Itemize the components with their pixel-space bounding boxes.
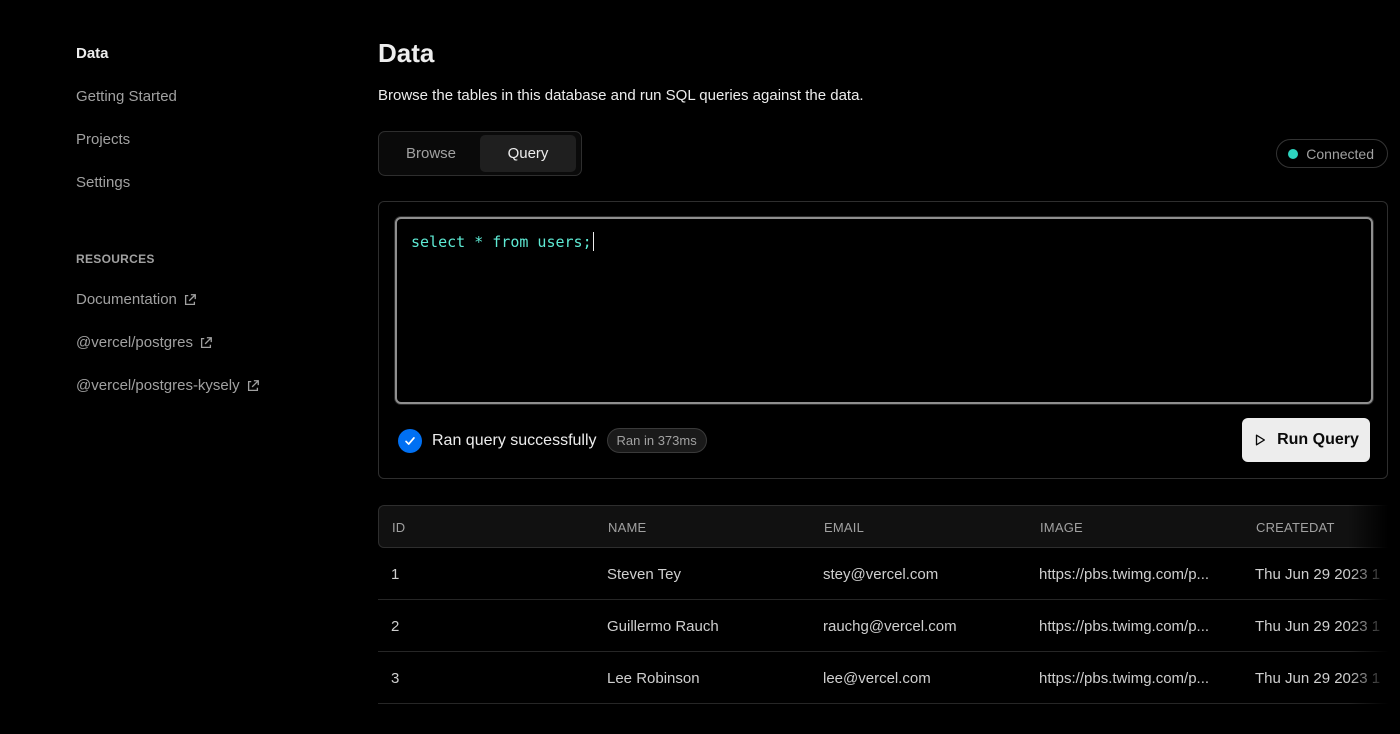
tab-browse[interactable]: Browse <box>382 135 480 172</box>
text-caret <box>592 232 594 251</box>
status-dot-icon <box>1288 148 1299 159</box>
connection-status-badge: Connected <box>1276 139 1388 168</box>
sidebar-item-settings[interactable]: Settings <box>76 174 130 191</box>
sidebar-item-label: Settings <box>76 174 131 191</box>
column-header-createdat[interactable]: CREATEDAT <box>1256 520 1335 535</box>
column-header-name[interactable]: NAME <box>608 520 646 535</box>
cell-email: lee@vercel.com <box>823 670 931 687</box>
cell-image: https://pbs.twimg.com/p... <box>1039 670 1210 687</box>
check-circle-icon <box>398 428 422 453</box>
external-link-icon <box>184 293 196 305</box>
table-header: ID NAME EMAIL IMAGE CREATEDAT <box>378 505 1388 548</box>
query-result-message: Ran query successfully <box>432 431 597 449</box>
resource-link-label: @vercel/postgres <box>76 334 193 351</box>
sql-editor-code: select * from users; <box>411 232 594 251</box>
cell-image: https://pbs.twimg.com/p... <box>1039 618 1210 635</box>
cell-name: Guillermo Rauch <box>607 618 719 635</box>
cell-name: Lee Robinson <box>607 670 700 687</box>
resource-link-vercel-postgres-kysely[interactable]: @vercel/postgres-kysely <box>76 377 260 394</box>
table-row[interactable]: 3 Lee Robinson lee@vercel.com https://pb… <box>378 652 1388 704</box>
view-tabs: Browse Query <box>378 131 582 176</box>
cell-id: 3 <box>391 670 400 687</box>
resource-link-label: Documentation <box>76 291 177 308</box>
query-timing-badge: Ran in 373ms <box>606 428 707 453</box>
sidebar-item-projects[interactable]: Projects <box>76 131 130 148</box>
query-result-status: Ran query successfully Ran in 373ms <box>398 428 707 453</box>
query-editor-card: select * from users; Ran query successfu… <box>378 201 1388 479</box>
column-header-image[interactable]: IMAGE <box>1040 520 1083 535</box>
page-description: Browse the tables in this database and r… <box>378 87 864 104</box>
sql-code-text: select * from users; <box>411 233 592 251</box>
external-link-icon <box>200 336 212 348</box>
table-row[interactable]: 1 Steven Tey stey@vercel.com https://pbs… <box>378 548 1388 600</box>
cell-name: Steven Tey <box>607 566 681 583</box>
run-query-label: Run Query <box>1277 431 1359 448</box>
cell-id: 2 <box>391 618 400 635</box>
cell-image: https://pbs.twimg.com/p... <box>1039 566 1210 583</box>
sidebar-item-getting-started[interactable]: Getting Started <box>76 88 177 105</box>
cell-email: rauchg@vercel.com <box>823 618 957 635</box>
sidebar-item-label: Getting Started <box>76 88 177 105</box>
column-header-id[interactable]: ID <box>392 520 405 535</box>
cell-createdat: Thu Jun 29 2023 1 <box>1255 566 1381 583</box>
results-table: ID NAME EMAIL IMAGE CREATEDAT 1 Steven T… <box>378 505 1388 734</box>
resource-link-vercel-postgres[interactable]: @vercel/postgres <box>76 334 213 351</box>
cell-createdat: Thu Jun 29 2023 1 <box>1255 618 1381 635</box>
page-title: Data <box>378 38 435 68</box>
connection-status-label: Connected <box>1306 145 1374 162</box>
cell-id: 1 <box>391 566 400 583</box>
sidebar-item-label: Data <box>76 45 109 62</box>
tab-query[interactable]: Query <box>480 135 576 172</box>
resources-section-label: RESOURCES <box>76 252 155 266</box>
cell-email: stey@vercel.com <box>823 566 939 583</box>
sidebar-item-label: Projects <box>76 131 131 148</box>
column-header-email[interactable]: EMAIL <box>824 520 864 535</box>
resource-link-documentation[interactable]: Documentation <box>76 291 197 308</box>
table-row[interactable]: 2 Guillermo Rauch rauchg@vercel.com http… <box>378 600 1388 652</box>
external-link-icon <box>247 379 259 391</box>
sidebar-item-data[interactable]: Data <box>76 45 109 62</box>
run-query-button[interactable]: Run Query <box>1242 418 1370 462</box>
resource-link-label: @vercel/postgres-kysely <box>76 377 240 394</box>
cell-createdat: Thu Jun 29 2023 1 <box>1255 670 1381 687</box>
play-icon <box>1255 434 1266 446</box>
sql-editor[interactable]: select * from users; <box>395 217 1373 404</box>
